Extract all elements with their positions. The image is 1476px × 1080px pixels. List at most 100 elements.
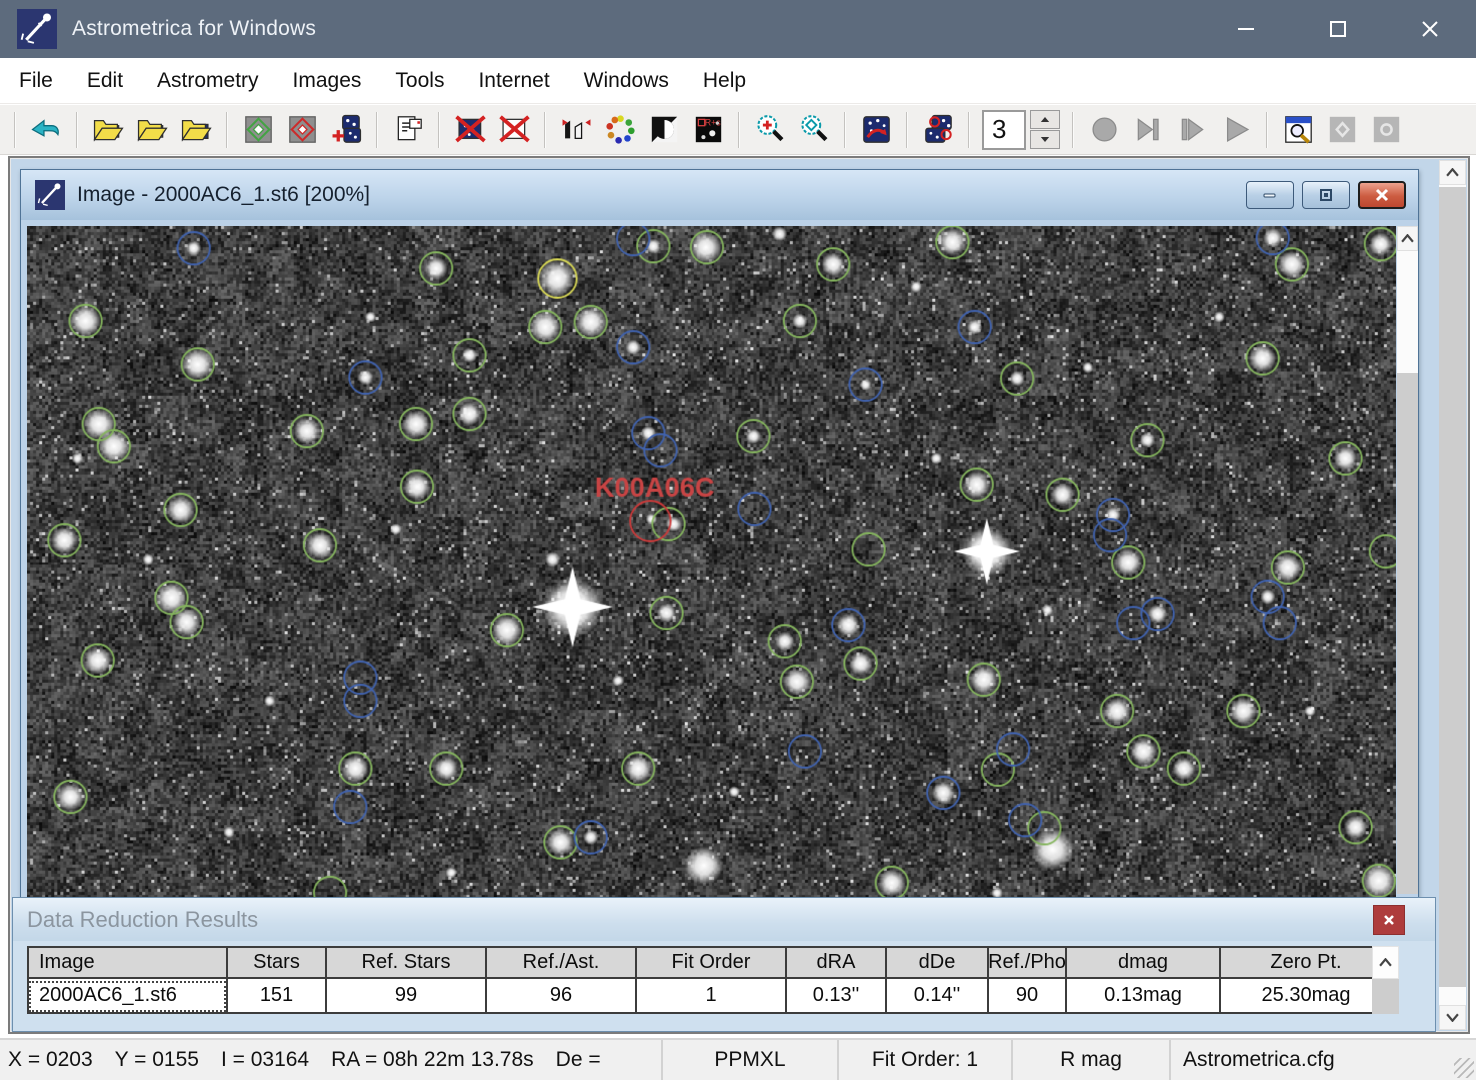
status-magnitude-band-panel: R mag bbox=[1013, 1040, 1171, 1080]
report-button[interactable] bbox=[386, 109, 430, 151]
frame-spinner-down-icon[interactable] bbox=[1030, 130, 1060, 149]
menu-item-windows[interactable]: Windows bbox=[567, 58, 686, 103]
results-title: Data Reduction Results bbox=[27, 907, 258, 933]
add-object-button[interactable] bbox=[324, 109, 368, 151]
mdi-scrollbar-thumb[interactable] bbox=[1439, 187, 1466, 987]
zoom-in-button[interactable] bbox=[748, 109, 792, 151]
column-header-ref-stars[interactable]: Ref. Stars bbox=[327, 946, 487, 979]
column-header-image[interactable]: Image bbox=[27, 946, 228, 979]
step-forward-button bbox=[1170, 109, 1214, 151]
image-scrollbar-track[interactable] bbox=[1397, 251, 1418, 894]
status-readout: De = bbox=[556, 1048, 601, 1072]
table-scroll-up-icon[interactable] bbox=[1372, 946, 1399, 979]
starfield-image[interactable] bbox=[27, 226, 1396, 901]
column-header-fit-order[interactable]: Fit Order bbox=[637, 946, 787, 979]
clear-flat-button[interactable] bbox=[492, 109, 536, 151]
zoom-out-button[interactable] bbox=[792, 109, 836, 151]
image-window-icon bbox=[35, 180, 65, 210]
color-wheel-button[interactable] bbox=[598, 109, 642, 151]
menu-item-tools[interactable]: Tools bbox=[378, 58, 461, 103]
disabled-a-button bbox=[1320, 109, 1364, 151]
menu-item-file[interactable]: File bbox=[2, 58, 70, 103]
image-vertical-scrollbar[interactable] bbox=[1397, 226, 1418, 894]
menu-item-help[interactable]: Help bbox=[686, 58, 763, 103]
column-header-dra[interactable]: dRA bbox=[787, 946, 887, 979]
menu-item-edit[interactable]: Edit bbox=[70, 58, 140, 103]
column-header-ref-ast-[interactable]: Ref./Ast. bbox=[487, 946, 637, 979]
results-header-row: ImageStarsRef. StarsRef./Ast.Fit OrderdR… bbox=[27, 946, 1393, 979]
result-cell: 99 bbox=[327, 979, 487, 1014]
play-button bbox=[1214, 109, 1258, 151]
maximize-icon[interactable] bbox=[1292, 0, 1384, 58]
toolbar-separator bbox=[1072, 112, 1074, 148]
mdi-scroll-down-icon[interactable] bbox=[1439, 1005, 1466, 1030]
step-back-button bbox=[1126, 109, 1170, 151]
ref-stars-button[interactable] bbox=[236, 109, 280, 151]
image-restore-icon[interactable] bbox=[1302, 181, 1350, 209]
minimize-icon[interactable] bbox=[1200, 0, 1292, 58]
clear-dark-button[interactable] bbox=[448, 109, 492, 151]
invert-button[interactable] bbox=[642, 109, 686, 151]
toolbar-separator bbox=[1266, 112, 1268, 148]
histogram-button[interactable] bbox=[554, 109, 598, 151]
results-close-icon[interactable] bbox=[1373, 905, 1405, 935]
close-icon[interactable] bbox=[1384, 0, 1476, 58]
status-fit-order-panel: Fit Order: 1 bbox=[839, 1040, 1013, 1080]
result-cell: 151 bbox=[228, 979, 327, 1014]
image-window-title: Image - 2000AC6_1.st6 [200%] bbox=[77, 183, 370, 207]
menu-item-internet[interactable]: Internet bbox=[461, 58, 566, 103]
status-readout: RA = 08h 22m 13.78s bbox=[331, 1048, 534, 1072]
mdi-workspace: Image - 2000AC6_1.st6 [200%] bbox=[8, 156, 1470, 1034]
image-window-titlebar[interactable]: Image - 2000AC6_1.st6 [200%] bbox=[21, 170, 1418, 220]
menu-item-astrometry[interactable]: Astrometry bbox=[140, 58, 276, 103]
star-match-button[interactable] bbox=[916, 109, 960, 151]
open-images-button[interactable] bbox=[86, 109, 130, 151]
result-cell: 0.13mag bbox=[1067, 979, 1221, 1014]
frame-spinner-value[interactable]: 3 bbox=[982, 110, 1026, 150]
mdi-scroll-up-icon[interactable] bbox=[1439, 160, 1466, 185]
frame-spinner[interactable]: 3 bbox=[982, 109, 1060, 151]
blink-button[interactable] bbox=[854, 109, 898, 151]
image-minimize-icon[interactable] bbox=[1246, 181, 1294, 209]
table-scrollbar[interactable] bbox=[1372, 946, 1399, 1014]
scroll-up-icon[interactable] bbox=[1397, 226, 1418, 251]
resize-grip[interactable] bbox=[1454, 1058, 1474, 1078]
menu-item-images[interactable]: Images bbox=[276, 58, 379, 103]
magnify-window-button[interactable] bbox=[1276, 109, 1320, 151]
window-title: Astrometrica for Windows bbox=[72, 17, 316, 41]
dark-frame-button[interactable]: R+s bbox=[686, 109, 730, 151]
status-readout: I = 03164 bbox=[221, 1048, 309, 1072]
stop-button bbox=[1082, 109, 1126, 151]
disabled-b-button bbox=[1364, 109, 1408, 151]
column-header-dmag[interactable]: dmag bbox=[1067, 946, 1221, 979]
results-titlebar[interactable]: Data Reduction Results bbox=[13, 898, 1435, 941]
mdi-scrollbar-track[interactable] bbox=[1439, 185, 1466, 1005]
toolbar-separator bbox=[968, 112, 970, 148]
result-cell: 1 bbox=[637, 979, 787, 1014]
results-table: ImageStarsRef. StarsRef./Ast.Fit OrderdR… bbox=[27, 946, 1393, 1014]
result-cell: 96 bbox=[487, 979, 637, 1014]
settings-button[interactable] bbox=[24, 109, 68, 151]
open-track-button[interactable] bbox=[130, 109, 174, 151]
image-scrollbar-thumb[interactable] bbox=[1397, 373, 1418, 894]
main-titlebar: Astrometrica for Windows bbox=[0, 0, 1476, 58]
frame-spinner-up-icon[interactable] bbox=[1030, 110, 1060, 129]
column-header-stars[interactable]: Stars bbox=[228, 946, 327, 979]
status-readout: X = 0203 bbox=[8, 1048, 93, 1072]
mdi-vertical-scrollbar[interactable] bbox=[1439, 160, 1466, 1030]
open-starred-button[interactable] bbox=[174, 109, 218, 151]
result-cell: 0.14'' bbox=[887, 979, 989, 1014]
table-scrollbar-thumb[interactable] bbox=[1372, 979, 1399, 1014]
image-close-icon[interactable] bbox=[1358, 181, 1406, 209]
toolbar-separator bbox=[544, 112, 546, 148]
column-header-dde[interactable]: dDe bbox=[887, 946, 989, 979]
app-icon bbox=[17, 9, 57, 49]
toolbar-separator bbox=[14, 112, 16, 148]
column-header-zero-pt-[interactable]: Zero Pt. bbox=[1221, 946, 1393, 979]
toolbar-separator bbox=[438, 112, 440, 148]
toolbar-separator bbox=[844, 112, 846, 148]
toolbar-separator bbox=[76, 112, 78, 148]
column-header-ref-pho[interactable]: Ref./Pho bbox=[989, 946, 1067, 979]
known-objects-button[interactable] bbox=[280, 109, 324, 151]
toolbar-separator bbox=[906, 112, 908, 148]
